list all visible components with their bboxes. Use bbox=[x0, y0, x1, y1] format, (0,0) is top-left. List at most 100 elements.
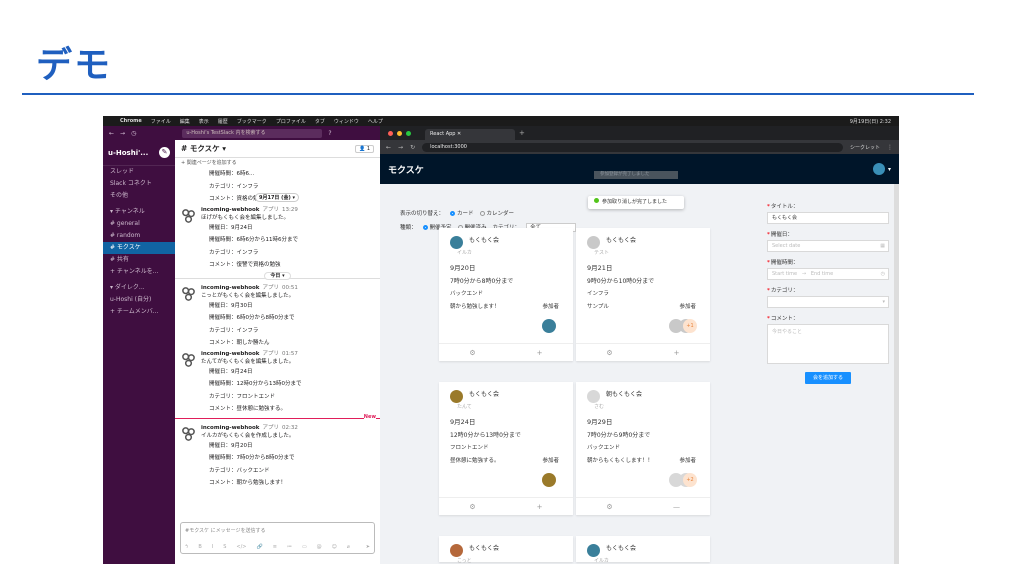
chevron-down-icon: ▾ bbox=[882, 299, 885, 305]
composer-tool-icon[interactable]: ≔ bbox=[287, 544, 292, 550]
member-count-button[interactable]: 👤 1 bbox=[354, 144, 374, 153]
new-tab-icon[interactable]: + bbox=[519, 129, 525, 137]
participant-avatar bbox=[669, 319, 683, 333]
address-bar[interactable]: localhost:3000 bbox=[422, 142, 843, 152]
sidebar-item[interactable]: スレッド bbox=[103, 166, 175, 178]
browser-tab[interactable]: React App ✕ bbox=[425, 129, 515, 140]
sidebar-item[interactable]: # random bbox=[103, 230, 175, 242]
user-avatar[interactable] bbox=[872, 163, 885, 175]
message-composer[interactable]: #モクスケ にメッセージを送信する ϟ B I S </> 🔗 ≡ ≔ ▭ @ ☺ ⌀ ➤ bbox=[180, 522, 375, 554]
sidebar-item[interactable]: # general bbox=[103, 218, 175, 230]
sidebar-item[interactable]: u-Hoshi (自分) bbox=[103, 294, 175, 306]
channel-title[interactable]: # モクスケ ▾ bbox=[181, 143, 226, 154]
composer-tool-icon[interactable]: ☺ bbox=[332, 544, 337, 550]
message[interactable]: incoming-webhook アプリ 02:32 イルカがもくもく会を作成しました… bbox=[175, 424, 380, 490]
message[interactable]: incoming-webhook アプリ 01:57 たんてがもくもく会を編集しました… bbox=[175, 350, 380, 416]
more-icon[interactable]: ⋮ bbox=[887, 144, 893, 151]
card-title: もくもく会 bbox=[606, 545, 637, 552]
menu-item[interactable]: ウィンドウ bbox=[334, 118, 359, 125]
composer-tool-icon[interactable]: ⌀ bbox=[347, 544, 350, 550]
calendar-icon: ▦ bbox=[880, 243, 885, 249]
forward-icon[interactable]: → bbox=[120, 130, 125, 137]
message-author[interactable]: incoming-webhook アプリ 13:29 bbox=[201, 206, 380, 214]
composer-tool-icon[interactable]: 🔗 bbox=[257, 544, 263, 550]
slack-sidebar: u-Hoshi'... ✎ スレッド Slack コネクト その他 ▾ チャンネル # … bbox=[103, 140, 175, 564]
slack-search-input[interactable]: u-Hoshi's TestSlack 内を検索する bbox=[182, 128, 323, 138]
app-title[interactable]: モクスケ bbox=[388, 163, 424, 176]
message-line: 開催日：9月24日 bbox=[209, 224, 253, 231]
message-author[interactable]: incoming-webhook アプリ 02:32 bbox=[201, 424, 380, 432]
reload-icon[interactable]: ↻ bbox=[410, 144, 415, 151]
composer-tool-icon[interactable]: ≡ bbox=[273, 544, 277, 550]
sidebar-item[interactable]: # 共有 bbox=[103, 254, 175, 266]
menu-item[interactable]: ファイル bbox=[151, 118, 171, 125]
join-icon[interactable]: + bbox=[506, 344, 573, 361]
compose-icon[interactable]: ✎ bbox=[159, 147, 170, 158]
add-event-button[interactable]: 会を追加する bbox=[805, 372, 851, 384]
settings-icon[interactable]: ⚙ bbox=[576, 498, 643, 515]
message-line: コメント：昼休憩に勉強する。 bbox=[209, 406, 287, 412]
composer-tool-icon[interactable]: ϟ bbox=[185, 544, 188, 550]
browser-window: React App ✕ + ← → ↻ localhost:3000 シークレッ… bbox=[380, 126, 899, 564]
workspace-name[interactable]: u-Hoshi'... ✎ bbox=[103, 140, 175, 166]
incognito-badge[interactable]: シークレット bbox=[850, 144, 880, 151]
sidebar-item[interactable]: + チャンネルを... bbox=[103, 266, 175, 278]
sidebar-item[interactable]: Slack コネクト bbox=[103, 178, 175, 190]
message-time: 02:32 bbox=[282, 424, 298, 431]
menu-item[interactable]: 表示 bbox=[199, 118, 209, 125]
composer-tool-icon[interactable]: S bbox=[223, 544, 226, 550]
page-scrollbar[interactable] bbox=[894, 184, 899, 564]
sidebar-item[interactable]: + チームメンバ... bbox=[103, 306, 175, 318]
message[interactable]: incoming-webhook アプリ 13:29 ほげがもくもく会を編集しました。… bbox=[175, 206, 380, 272]
message[interactable]: incoming-webhook アプリ 00:51 こっとがもくもく会を編集しました… bbox=[175, 284, 380, 350]
composer-tool-icon[interactable]: </> bbox=[236, 544, 246, 550]
back-icon[interactable]: ← bbox=[386, 144, 391, 151]
title-input[interactable]: もくもく会 bbox=[767, 212, 889, 224]
help-icon[interactable]: ? bbox=[328, 130, 331, 137]
settings-icon[interactable]: ⚙ bbox=[439, 344, 506, 361]
date-picker[interactable]: Select date ▦ bbox=[767, 240, 889, 252]
message-author[interactable]: incoming-webhook アプリ 01:57 bbox=[201, 350, 380, 358]
menu-item[interactable]: 履歴 bbox=[218, 118, 228, 125]
message-author[interactable]: incoming-webhook アプリ 00:51 bbox=[201, 284, 380, 292]
menu-item[interactable]: タブ bbox=[315, 118, 325, 125]
settings-icon[interactable]: ⚙ bbox=[439, 498, 506, 515]
sidebar-item[interactable]: ▾ ダイレク... bbox=[103, 282, 175, 294]
maximize-window-icon[interactable] bbox=[406, 130, 411, 136]
sidebar-item[interactable]: ▾ チャンネル bbox=[103, 206, 175, 218]
organizer-avatar bbox=[587, 236, 600, 249]
time-range-picker[interactable]: Start time → End time ◷ bbox=[767, 268, 889, 280]
chevron-down-icon[interactable]: ▾ bbox=[888, 166, 891, 173]
composer-tool-icon[interactable]: I bbox=[212, 544, 213, 550]
sidebar-item[interactable]: その他 bbox=[103, 190, 175, 202]
organizer-name: イルカ bbox=[594, 558, 609, 564]
comment-textarea[interactable]: 今日やること bbox=[767, 324, 889, 364]
menu-item[interactable]: プロファイル bbox=[276, 118, 306, 125]
history-icon[interactable]: ◷ bbox=[131, 130, 136, 137]
add-bookmark-link[interactable]: + 関連ページを追加する bbox=[175, 158, 380, 168]
category-select[interactable]: ▾ bbox=[767, 296, 889, 308]
day-divider[interactable]: 今日 ▾ bbox=[175, 271, 380, 284]
composer-tool-icon[interactable]: B bbox=[198, 544, 201, 550]
date-pill[interactable]: 9月17日 (金) ▾ bbox=[255, 193, 299, 202]
back-icon[interactable]: ← bbox=[109, 130, 114, 137]
composer-tool-icon[interactable]: @ bbox=[317, 544, 322, 550]
menu-item[interactable]: ブックマーク bbox=[237, 118, 267, 125]
app-tag: アプリ bbox=[262, 284, 279, 291]
composer-tool-icon[interactable]: ▭ bbox=[302, 544, 307, 550]
forward-icon[interactable]: → bbox=[398, 144, 403, 151]
composer-tool-icon[interactable]: ➤ bbox=[366, 544, 370, 550]
minimize-window-icon[interactable] bbox=[397, 130, 402, 136]
sidebar-item[interactable]: # モクスケ bbox=[103, 242, 175, 254]
view-card-radio[interactable]: カード bbox=[450, 209, 474, 217]
menu-item[interactable]: 編集 bbox=[180, 118, 190, 125]
join-icon[interactable]: + bbox=[643, 344, 710, 361]
close-window-icon[interactable] bbox=[388, 130, 393, 136]
join-icon[interactable]: + bbox=[506, 498, 573, 515]
leave-icon[interactable]: — bbox=[643, 498, 710, 515]
settings-icon[interactable]: ⚙ bbox=[576, 344, 643, 361]
menu-item[interactable]: Chrome bbox=[120, 118, 142, 124]
view-calendar-radio[interactable]: カレンダー bbox=[479, 209, 514, 217]
app-header: モクスケ ▾ bbox=[380, 154, 899, 184]
menu-item[interactable]: ヘルプ bbox=[368, 118, 383, 125]
